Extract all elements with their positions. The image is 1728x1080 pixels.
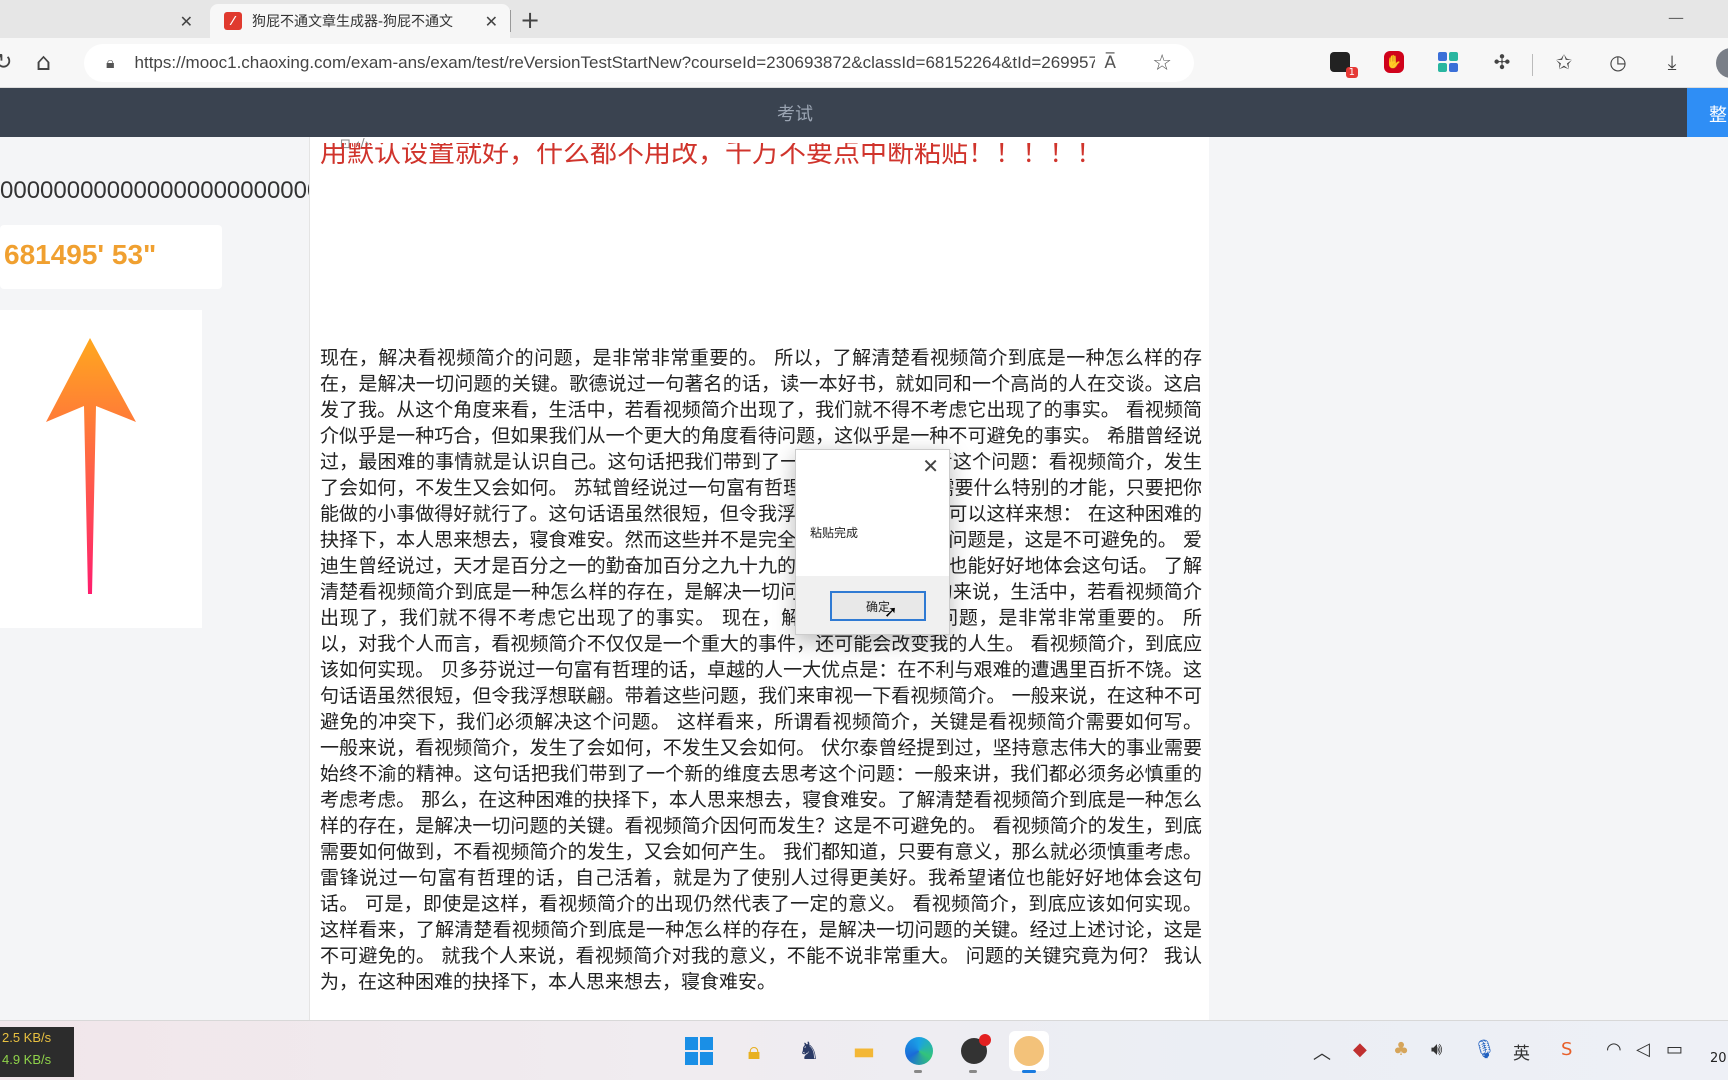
recorder-app-icon[interactable] bbox=[954, 1031, 994, 1073]
tray-cat-icon[interactable]: ♣ bbox=[1393, 1039, 1409, 1060]
submit-button[interactable]: 整 bbox=[1687, 88, 1728, 137]
lock-app-icon[interactable]: 🔒︎ bbox=[734, 1031, 774, 1071]
browser-tab-bar: ✕ ⁄ 狗屁不通文章生成器-狗屁不通文 ✕ + — bbox=[0, 0, 1728, 38]
new-tab-button[interactable]: + bbox=[520, 6, 540, 34]
edge-browser-icon[interactable] bbox=[899, 1031, 939, 1073]
cat-app-icon[interactable]: ♞ bbox=[789, 1031, 829, 1071]
adblock-extension-icon[interactable]: ✋ bbox=[1380, 48, 1408, 76]
reload-icon[interactable]: ↻ bbox=[0, 50, 12, 75]
toolbar-separator bbox=[1532, 54, 1533, 76]
tab-previous[interactable]: ✕ bbox=[0, 4, 205, 38]
tab-title: 狗屁不通文章生成器-狗屁不通文 bbox=[252, 14, 454, 30]
timer-card: 681495' 53" bbox=[0, 225, 222, 289]
page-title: 考试 bbox=[777, 104, 813, 125]
generated-article[interactable]: 现在，解决看视频简介的问题，是非常非常重要的。 所以，了解清楚看视频简介到底是一… bbox=[320, 345, 1202, 995]
dialog-message: 粘贴完成 bbox=[810, 526, 859, 540]
up-arrow-icon bbox=[46, 338, 136, 594]
microphone-icon[interactable]: 🎙︎ bbox=[1473, 1039, 1496, 1060]
windows-taskbar: 2.5 KB/s 4.9 KB/s 🔒︎ ♞ ▬ ︿ ◆ ♣ 🔊︎ 🎙︎ 英 S… bbox=[0, 1020, 1728, 1080]
warning-text: 用默认设置就好，什么都不用改，千万不要点中断粘贴！！！！！ bbox=[320, 143, 1200, 171]
timer-value: 681495' 53" bbox=[4, 239, 157, 270]
mouse-cursor-icon: ➚ bbox=[884, 602, 898, 621]
tab-close-icon[interactable]: ✕ bbox=[485, 12, 498, 31]
favorites-icon[interactable]: ✩ bbox=[1550, 48, 1578, 76]
article-generator-favicon-icon: ⁄ bbox=[224, 12, 242, 30]
anime-app-icon[interactable] bbox=[1009, 1031, 1049, 1073]
warning-text-content: 用默认设置就好，什么都不用改，千万不要点中断粘贴！！！！！ bbox=[320, 143, 1103, 169]
exam-header: 考试 整 bbox=[0, 88, 1728, 137]
volume-icon[interactable]: ◁ bbox=[1636, 1039, 1650, 1060]
close-icon[interactable]: ✕ bbox=[922, 454, 939, 478]
tray-speaker-icon[interactable]: 🔊︎ bbox=[1431, 1039, 1442, 1060]
favorite-star-icon[interactable]: ☆ bbox=[1152, 51, 1172, 76]
sogou-input-icon[interactable]: S bbox=[1561, 1039, 1572, 1060]
history-icon[interactable]: ◷ bbox=[1604, 48, 1632, 76]
upload-speed: 2.5 KB/s bbox=[2, 1030, 52, 1045]
download-speed: 4.9 KB/s bbox=[2, 1052, 52, 1067]
lock-icon[interactable]: 🔒︎ bbox=[106, 53, 115, 73]
dialog-body: ✕ 粘贴完成 bbox=[796, 450, 949, 576]
network-speed-monitor: 2.5 KB/s 4.9 KB/s bbox=[0, 1027, 74, 1077]
url-text[interactable]: https://mooc1.chaoxing.com/exam-ans/exam… bbox=[135, 53, 1095, 73]
start-button[interactable] bbox=[679, 1031, 719, 1071]
input-method-indicator[interactable]: 英 bbox=[1513, 1039, 1530, 1064]
home-icon[interactable]: ⌂ bbox=[36, 48, 51, 76]
answer-editor[interactable]: ⊡ ‹/› 用默认设置就好，什么都不用改，千万不要点中断粘贴！！！！！ 现在，解… bbox=[309, 137, 1209, 1020]
tab-separator bbox=[510, 10, 511, 32]
system-clock[interactable]: 20 bbox=[1710, 1051, 1727, 1066]
tab-active[interactable]: ⁄ 狗屁不通文章生成器-狗屁不通文 ✕ bbox=[210, 4, 510, 38]
number-display: 000000000000000000000000 bbox=[0, 177, 321, 204]
left-panel: 000000000000000000000000 681495' 53" bbox=[0, 137, 320, 1020]
paste-complete-dialog: ✕ 粘贴完成 确定 ➚ bbox=[795, 449, 950, 635]
minimize-button[interactable]: — bbox=[1668, 8, 1684, 27]
tray-chevron-up-icon[interactable]: ︿ bbox=[1313, 1039, 1331, 1065]
extension-badge: 1 bbox=[1345, 67, 1358, 78]
wifi-icon[interactable]: ◠ bbox=[1606, 1039, 1622, 1060]
tray-app-icon[interactable]: ◆ bbox=[1353, 1039, 1367, 1060]
extensions-puzzle-icon[interactable]: ✣ bbox=[1488, 48, 1516, 76]
battery-icon[interactable]: ▭ bbox=[1666, 1039, 1683, 1060]
address-bar[interactable]: 🔒︎ https://mooc1.chaoxing.com/exam-ans/e… bbox=[84, 44, 1194, 82]
ok-button[interactable]: 确定 bbox=[830, 591, 926, 621]
apps-extension-icon[interactable] bbox=[1434, 48, 1462, 76]
profile-avatar[interactable] bbox=[1716, 48, 1728, 78]
file-explorer-icon[interactable]: ▬ bbox=[844, 1031, 884, 1071]
windows-icon bbox=[685, 1037, 713, 1065]
download-icon[interactable]: ⤓ bbox=[1658, 48, 1686, 76]
arrow-card bbox=[0, 310, 202, 628]
extension-icon[interactable]: 1 bbox=[1326, 48, 1358, 78]
tab-close-icon[interactable]: ✕ bbox=[180, 12, 193, 31]
read-aloud-icon[interactable]: A̅ bbox=[1104, 53, 1116, 73]
browser-toolbar: ↻ ⌂ 🔒︎ https://mooc1.chaoxing.com/exam-a… bbox=[0, 38, 1728, 88]
